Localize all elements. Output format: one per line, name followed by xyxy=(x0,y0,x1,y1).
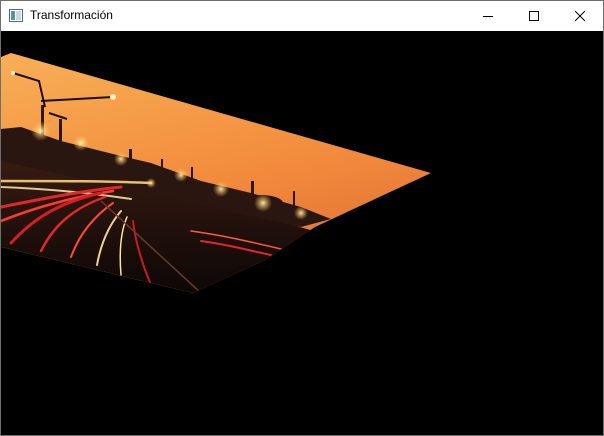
maximize-icon xyxy=(529,11,539,21)
app-window: Transformación xyxy=(0,0,604,436)
close-button[interactable] xyxy=(557,1,603,31)
maximize-button[interactable] xyxy=(511,1,557,31)
photo-region xyxy=(1,53,431,293)
render-canvas xyxy=(1,31,603,435)
minimize-button[interactable] xyxy=(465,1,511,31)
transformed-image xyxy=(1,53,431,293)
close-icon xyxy=(575,11,585,21)
app-icon xyxy=(9,9,23,22)
minimize-icon xyxy=(483,16,493,17)
window-title: Transformación xyxy=(30,8,113,22)
title-bar[interactable]: Transformación xyxy=(1,1,603,31)
